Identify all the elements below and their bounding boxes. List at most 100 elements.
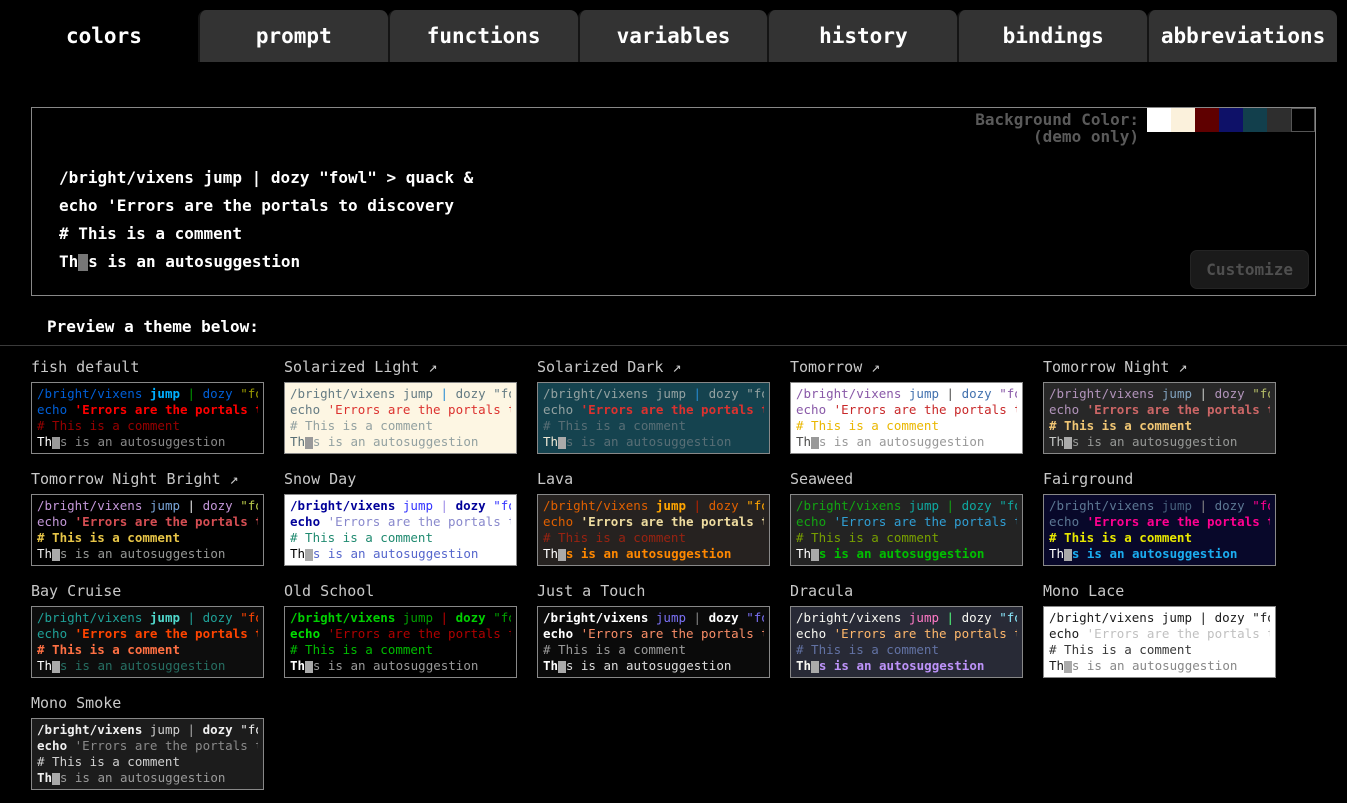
code-segment: | bbox=[939, 498, 962, 513]
code-segment: s is an autosuggestion bbox=[1072, 658, 1238, 673]
code-segment: | bbox=[180, 386, 203, 401]
theme-cursor bbox=[811, 661, 819, 674]
theme-title: Fairground bbox=[1043, 468, 1276, 490]
theme-code-line: Ths is an autosuggestion bbox=[796, 658, 1017, 674]
code-segment: Th bbox=[1049, 658, 1064, 673]
bg-swatch-maroon[interactable] bbox=[1195, 108, 1219, 132]
code-segment: echo bbox=[1049, 514, 1087, 529]
code-segment: echo bbox=[290, 402, 328, 417]
code-segment: echo bbox=[37, 514, 75, 529]
theme-cursor bbox=[1064, 549, 1072, 562]
theme-card-just-a-touch[interactable]: Just a Touch/bright/vixens jump | dozy "… bbox=[537, 580, 770, 678]
theme-card-bay-cruise[interactable]: Bay Cruise/bright/vixens jump | dozy "fo… bbox=[31, 580, 264, 678]
theme-preview-box: /bright/vixens jump | dozy "fowl" > quac… bbox=[284, 494, 517, 566]
theme-name: Solarized Light bbox=[284, 358, 419, 376]
code-segment: Th bbox=[290, 658, 305, 673]
theme-code-line: /bright/vixens jump | dozy "fowl" > quac… bbox=[796, 498, 1017, 514]
theme-card-fish-default[interactable]: fish default/bright/vixens jump | dozy "… bbox=[31, 356, 264, 454]
bg-swatch-dark-teal[interactable] bbox=[1243, 108, 1267, 132]
theme-card-solarized-light[interactable]: Solarized Light ↗/bright/vixens jump | d… bbox=[284, 356, 517, 454]
code-segment: # This is a comment bbox=[543, 530, 686, 545]
theme-code-line: /bright/vixens jump | dozy "fowl" > quac… bbox=[1049, 610, 1270, 626]
themes-section: fish default/bright/vixens jump | dozy "… bbox=[0, 345, 1347, 803]
themes-heading: Preview a theme below: bbox=[47, 317, 1347, 336]
code-segment: /bright/vixens bbox=[543, 610, 656, 625]
code-segment: echo bbox=[37, 402, 75, 417]
tab-functions[interactable]: functions bbox=[388, 10, 578, 62]
code-segment: /bright/vixens bbox=[796, 610, 909, 625]
external-link-icon[interactable]: ↗ bbox=[862, 358, 880, 376]
tab-colors[interactable]: colors bbox=[10, 10, 198, 62]
theme-card-fairground[interactable]: Fairground/bright/vixens jump | dozy "fo… bbox=[1043, 468, 1276, 566]
theme-card-mono-smoke[interactable]: Mono Smoke/bright/vixens jump | dozy "fo… bbox=[31, 692, 264, 790]
code-segment: dozy bbox=[203, 722, 233, 737]
theme-card-seaweed[interactable]: Seaweed/bright/vixens jump | dozy "fowl"… bbox=[790, 468, 1023, 566]
code-segment: Th bbox=[543, 658, 558, 673]
tab-bindings[interactable]: bindings bbox=[957, 10, 1147, 62]
theme-card-old-school[interactable]: Old School/bright/vixens jump | dozy "fo… bbox=[284, 580, 517, 678]
theme-title: Lava bbox=[537, 468, 770, 490]
theme-code-line: # This is a comment bbox=[37, 418, 258, 434]
code-segment: jump bbox=[403, 386, 433, 401]
code-segment: # This is a comment bbox=[796, 418, 939, 433]
code-segment: jump bbox=[1162, 386, 1192, 401]
code-segment: s is an autosuggestion bbox=[819, 546, 985, 561]
code-segment: # This is a comment bbox=[1049, 530, 1192, 545]
code-segment: # This is a comment bbox=[796, 642, 939, 657]
theme-card-tomorrow-night[interactable]: Tomorrow Night ↗/bright/vixens jump | do… bbox=[1043, 356, 1276, 454]
code-segment: /bright/vixens bbox=[543, 386, 656, 401]
theme-code-line: echo 'Errors are the portals to discover… bbox=[290, 626, 511, 642]
theme-card-lava[interactable]: Lava/bright/vixens jump | dozy "fowl" > … bbox=[537, 468, 770, 566]
external-link-icon[interactable]: ↗ bbox=[1169, 358, 1187, 376]
code-segment: echo bbox=[290, 514, 328, 529]
theme-card-snow-day[interactable]: Snow Day/bright/vixens jump | dozy "fowl… bbox=[284, 468, 517, 566]
theme-cursor bbox=[305, 661, 313, 674]
theme-card-tomorrow[interactable]: Tomorrow ↗/bright/vixens jump | dozy "fo… bbox=[790, 356, 1023, 454]
theme-code-line: # This is a comment bbox=[290, 642, 511, 658]
tab-history[interactable]: history bbox=[767, 10, 957, 62]
theme-name: Fairground bbox=[1043, 470, 1133, 488]
theme-cursor bbox=[52, 437, 60, 450]
code-segment: 'Errors are the portals to discovery bbox=[834, 402, 1017, 417]
tab-variables[interactable]: variables bbox=[578, 10, 768, 62]
bg-swatch-black[interactable] bbox=[1291, 108, 1315, 132]
code-segment: s is an autosuggestion bbox=[566, 546, 732, 561]
code-segment: s is an autosuggestion bbox=[566, 434, 732, 449]
code-segment: Th bbox=[1049, 546, 1064, 561]
code-segment: | bbox=[1192, 498, 1215, 513]
theme-preview-box: /bright/vixens jump | dozy "fowl" > quac… bbox=[31, 382, 264, 454]
code-segment: jump bbox=[150, 386, 180, 401]
external-link-icon[interactable]: ↗ bbox=[221, 470, 239, 488]
theme-code-line: # This is a comment bbox=[796, 642, 1017, 658]
bg-swatch-navy[interactable] bbox=[1219, 108, 1243, 132]
theme-cursor bbox=[305, 549, 313, 562]
theme-card-mono-lace[interactable]: Mono Lace/bright/vixens jump | dozy "fow… bbox=[1043, 580, 1276, 678]
theme-name: Old School bbox=[284, 582, 374, 600]
code-segment: echo bbox=[543, 626, 581, 641]
theme-card-tomorrow-night-bright[interactable]: Tomorrow Night Bright ↗/bright/vixens ju… bbox=[31, 468, 264, 566]
code-segment: dozy bbox=[962, 610, 992, 625]
bg-swatch-charcoal[interactable] bbox=[1267, 108, 1291, 132]
external-link-icon[interactable]: ↗ bbox=[419, 358, 437, 376]
code-segment: s is an autosuggestion bbox=[313, 658, 479, 673]
code-segment: /bright/vixens bbox=[37, 498, 150, 513]
theme-name: Snow Day bbox=[284, 470, 356, 488]
code-segment: | bbox=[180, 498, 203, 513]
code-segment: # This is a comment bbox=[796, 530, 939, 545]
theme-code-line: echo 'Errors are the portals to discover… bbox=[1049, 402, 1270, 418]
code-segment: echo bbox=[290, 626, 328, 641]
tab-abbreviations[interactable]: abbreviations bbox=[1147, 10, 1337, 62]
code-segment: /bright/vixens bbox=[37, 610, 150, 625]
bg-swatch-cream[interactable] bbox=[1171, 108, 1195, 132]
external-link-icon[interactable]: ↗ bbox=[663, 358, 681, 376]
code-segment: echo bbox=[543, 514, 581, 529]
code-segment: dozy bbox=[1215, 498, 1245, 513]
theme-card-solarized-dark[interactable]: Solarized Dark ↗/bright/vixens jump | do… bbox=[537, 356, 770, 454]
code-segment: "fowl" bbox=[1245, 610, 1270, 625]
theme-card-dracula[interactable]: Dracula/bright/vixens jump | dozy "fowl"… bbox=[790, 580, 1023, 678]
code-segment: # This is a comment bbox=[1049, 418, 1192, 433]
theme-name: Tomorrow Night bbox=[1043, 358, 1169, 376]
bg-swatch-white[interactable] bbox=[1147, 108, 1171, 132]
customize-button[interactable]: Customize bbox=[1190, 250, 1309, 289]
tab-prompt[interactable]: prompt bbox=[198, 10, 388, 62]
